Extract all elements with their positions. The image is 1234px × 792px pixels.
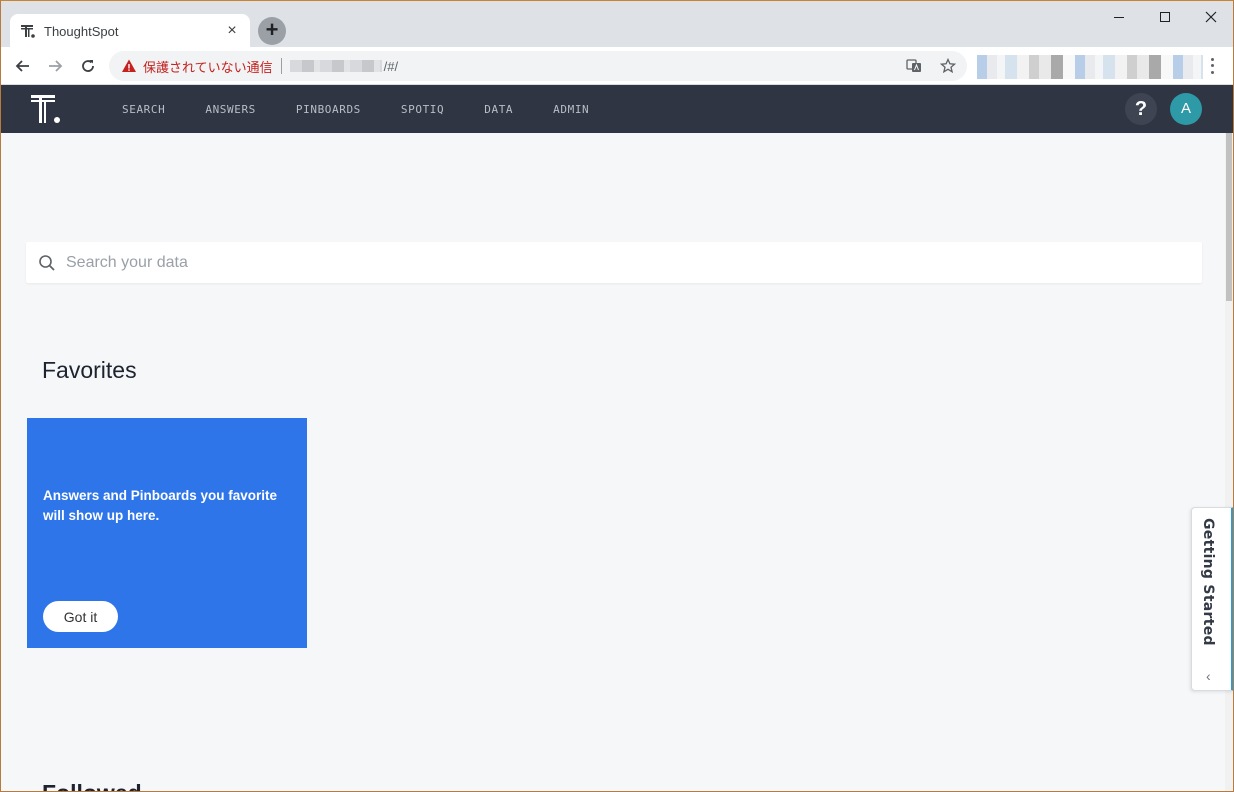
browser-window: ThoughtSpot × + 保護されていない通信 /#/ SEARCH AN… (0, 0, 1234, 792)
thoughtspot-favicon-icon (20, 23, 36, 39)
security-warning-text: 保護されていない通信 (143, 59, 273, 75)
main-nav: SEARCH ANSWERS PINBOARDS SPOTIQ DATA ADM… (122, 85, 629, 133)
getting-started-tab[interactable]: Getting Started ‹ (1191, 507, 1233, 691)
app-header: SEARCH ANSWERS PINBOARDS SPOTIQ DATA ADM… (1, 85, 1233, 133)
getting-started-label: Getting Started (1200, 518, 1216, 646)
help-button[interactable]: ? (1125, 93, 1157, 125)
nav-pinboards[interactable]: PINBOARDS (296, 103, 361, 116)
thoughtspot-logo-icon[interactable] (31, 95, 61, 125)
omnibox-actions (905, 57, 957, 75)
scrollbar-thumb[interactable] (1226, 133, 1232, 301)
favorites-heading: Favorites (42, 357, 137, 383)
maximize-button[interactable] (1142, 5, 1188, 29)
window-close-button[interactable] (1188, 5, 1233, 29)
search-input[interactable] (66, 253, 1166, 272)
forward-button[interactable] (43, 54, 67, 78)
nav-search[interactable]: SEARCH (122, 103, 165, 116)
redacted-host (289, 60, 382, 72)
nav-data[interactable]: DATA (484, 103, 513, 116)
favorites-empty-card: Answers and Pinboards you favorite will … (27, 418, 307, 648)
tab-title: ThoughtSpot (44, 23, 119, 39)
warning-icon (121, 58, 137, 74)
got-it-button[interactable]: Got it (43, 601, 118, 632)
nav-spotiq[interactable]: SPOTIQ (401, 103, 444, 116)
reload-button[interactable] (76, 54, 100, 78)
favorites-empty-message: Answers and Pinboards you favorite will … (43, 488, 278, 523)
redacted-extensions (977, 55, 1203, 79)
nav-admin[interactable]: ADMIN (553, 103, 589, 116)
chevron-left-icon[interactable]: ‹ (1206, 668, 1211, 684)
tab-close-icon[interactable]: × (224, 23, 240, 39)
home-content: Favorites Answers and Pinboards you favo… (1, 133, 1225, 791)
search-icon (38, 254, 56, 272)
minimize-button[interactable] (1096, 5, 1142, 29)
nav-answers[interactable]: ANSWERS (205, 103, 256, 116)
page-scrollbar[interactable] (1225, 133, 1233, 791)
new-tab-button[interactable]: + (258, 17, 286, 45)
browser-tab[interactable]: ThoughtSpot × (10, 14, 250, 48)
url-path: /#/ (383, 58, 399, 74)
tab-strip: ThoughtSpot × + (1, 1, 1233, 48)
data-search-bar[interactable] (26, 242, 1202, 283)
translate-icon[interactable] (905, 57, 923, 75)
followed-heading: Followed (42, 783, 142, 791)
back-button[interactable] (11, 54, 35, 78)
browser-toolbar: 保護されていない通信 /#/ (1, 47, 1233, 85)
bookmark-star-icon[interactable] (939, 57, 957, 75)
address-separator (280, 58, 282, 74)
user-avatar[interactable]: A (1170, 93, 1202, 125)
browser-menu-icon[interactable] (1204, 56, 1220, 76)
address-bar[interactable]: 保護されていない通信 /#/ (109, 51, 967, 81)
